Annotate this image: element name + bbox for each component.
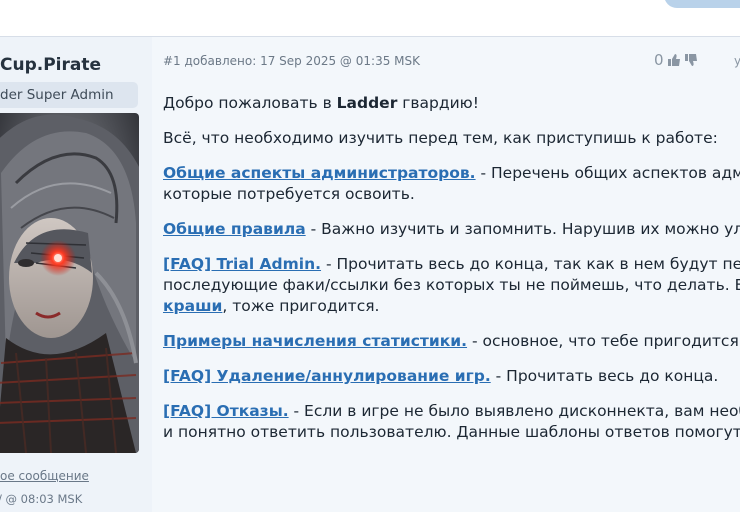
greeting-line: Добро пожаловать в Ladder гвардию! [163,93,740,114]
thumbs-up-icon[interactable] [667,53,681,67]
item-text: - Прочитать весь до конца. [490,367,719,385]
post-body: Добро пожаловать в Ladder гвардию! Всё, … [163,93,740,457]
list-item: [FAQ] Удаление/аннулирование игр. - Проч… [163,366,740,387]
author-avatar[interactable] [0,113,139,453]
intro-line: Всё, что необходимо изучить перед тем, к… [163,129,718,147]
list-item: Примеры начисления статистики. - основно… [163,331,740,352]
link-admin-aspects[interactable]: Общие аспекты администраторов. [163,164,476,182]
list-item: Общие аспекты администраторов. - Перечен… [163,163,740,205]
item-text: - Если в игре не было выявлено дисконнек… [288,402,740,420]
link-faq-trial-admin[interactable]: [FAQ] Trial Admin. [163,255,321,273]
forum-post: Cup.Pirate der Super Admin ое сообщение … [0,37,740,512]
author-last-message-link[interactable]: ое сообщение [0,469,89,483]
post-votes: 0 [654,51,698,69]
list-item: Общие правила - Важно изучить и запомнит… [163,219,740,240]
link-faq-game-removal[interactable]: [FAQ] Удаление/аннулирование игр. [163,367,491,385]
link-crashes[interactable]: краши [163,297,222,315]
greeting-suffix: гвардию! [397,94,479,112]
link-faq-refusals[interactable]: [FAQ] Отказы. [163,402,289,420]
post-extra-label: у [734,54,740,68]
item-text: - Важно изучить и запомнить. Нарушив их … [305,220,740,238]
item-text: - Прочитать весь до конца, так как в нем… [321,255,740,273]
item-text-continued: которые потребуется освоить. [163,185,415,203]
vote-count: 0 [654,51,664,69]
author-name[interactable]: Cup.Pirate [0,55,101,75]
avatar-image [0,113,139,453]
list-item: [FAQ] Отказы. - Если в игре не было выяв… [163,401,740,443]
post-content: #1 добавлено: 17 Sep 2025 @ 01:35 MSK 0 … [152,37,740,512]
greeting-prefix: Добро пожаловать в [163,94,337,112]
item-text: - основное, что тебе пригодится. [467,332,740,350]
link-statistics-examples[interactable]: Примеры начисления статистики. [163,332,467,350]
list-item: [FAQ] Trial Admin. - Прочитать весь до к… [163,254,740,317]
thumbs-down-icon[interactable] [684,53,698,67]
item-text-continued: , тоже пригодится. [222,297,380,315]
greeting-bold: Ladder [336,94,398,112]
author-rank-badge: der Super Admin [0,82,138,108]
top-bar [0,0,740,37]
item-text: - Перечень общих аспектов админ [475,164,740,182]
top-action-button[interactable] [664,0,740,8]
author-last-message-time: / @ 08:03 MSK [0,492,83,506]
post-meta: #1 добавлено: 17 Sep 2025 @ 01:35 MSK [163,54,420,68]
author-panel: Cup.Pirate der Super Admin ое сообщение … [0,37,142,512]
link-general-rules[interactable]: Общие правила [163,220,306,238]
item-text-continued: и понятно ответить пользователю. Данные … [163,423,740,441]
item-text-continued: последующие факи/ссылки без которых ты н… [163,276,740,294]
